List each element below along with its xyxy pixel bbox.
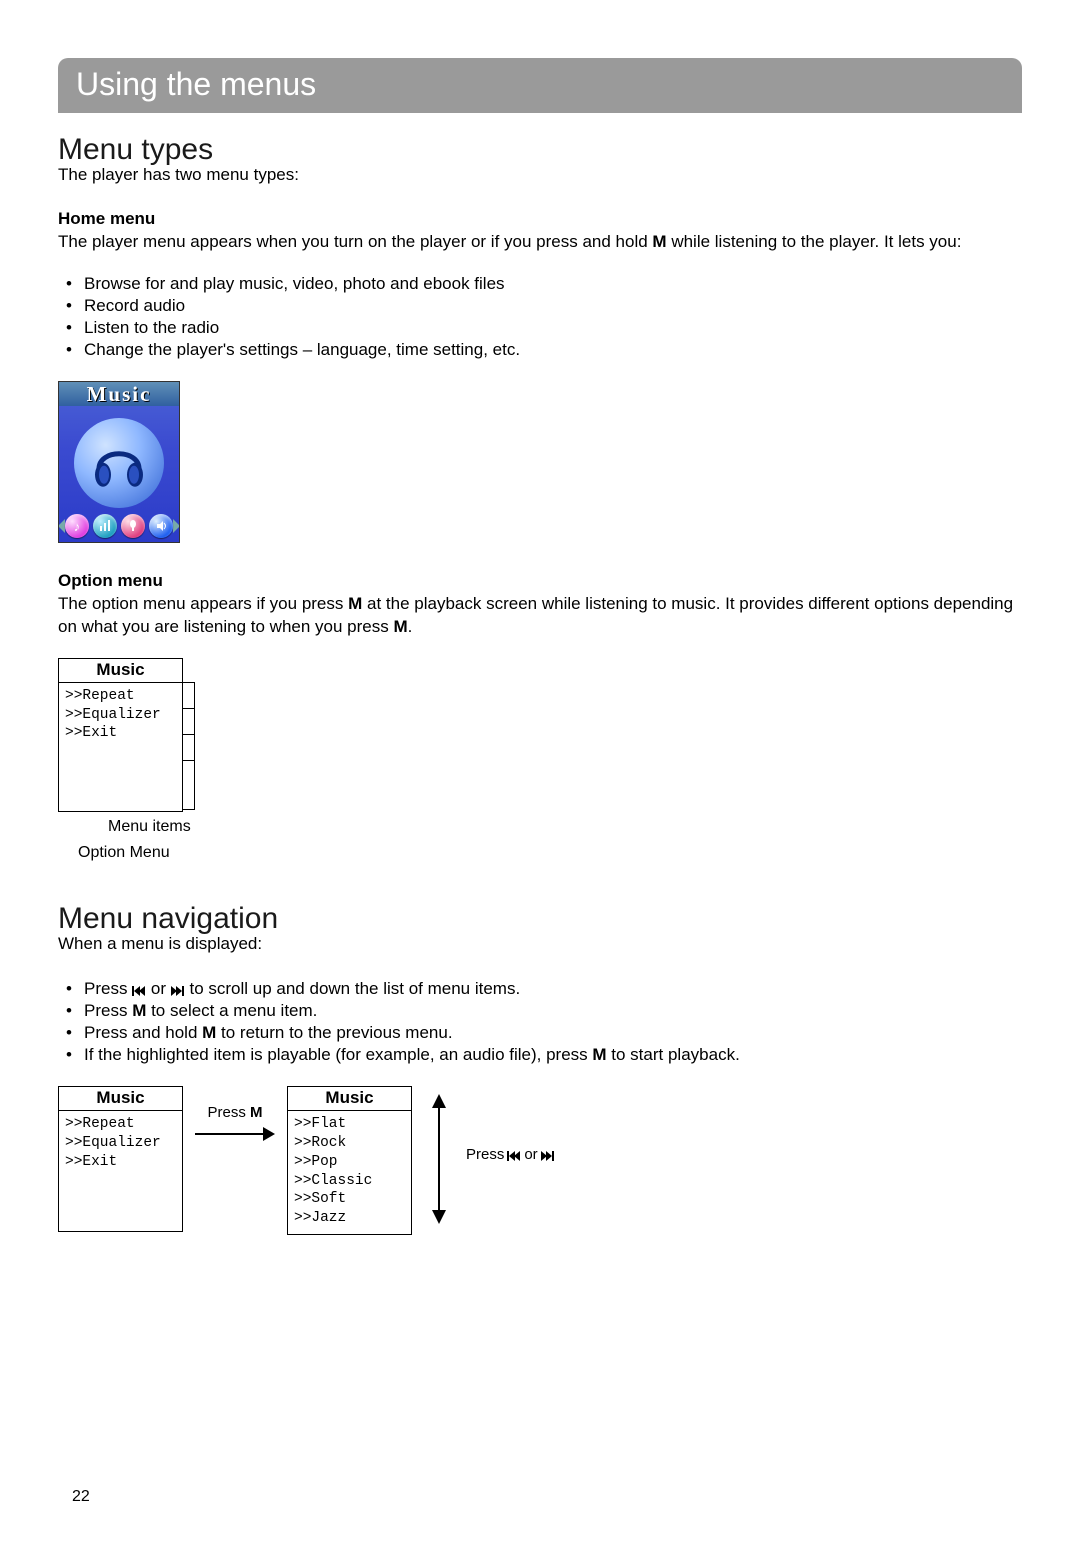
menu-box-title: Music xyxy=(59,1087,182,1111)
nav-menu-left: Music >>Repeat >>Equalizer >>Exit xyxy=(58,1086,183,1232)
menu-item: >>Pop xyxy=(294,1153,407,1172)
menu-box-title: Music xyxy=(288,1087,411,1111)
bullet-item: Press or to scroll up and down the list … xyxy=(62,978,1022,1000)
home-menu-text: The player menu appears when you turn on… xyxy=(58,231,1022,253)
nav-diagram: Music >>Repeat >>Equalizer >>Exit Press … xyxy=(58,1086,1022,1235)
intro-text: The player has two menu types: xyxy=(58,165,1022,185)
intro-text: When a menu is displayed: xyxy=(58,934,1022,954)
skip-forward-icon xyxy=(541,1146,555,1163)
option-menu-box: Music >>Repeat >>Equalizer >>Exit xyxy=(58,658,183,812)
headphones-icon xyxy=(87,430,151,494)
menu-box-title: Music xyxy=(59,659,182,683)
bullet-item: Browse for and play music, video, photo … xyxy=(62,273,1022,295)
bullet-item: Press M to select a menu item. xyxy=(62,1000,1022,1022)
text-fragment: The player menu appears when you turn on… xyxy=(58,232,652,251)
menu-item: >>Repeat xyxy=(65,687,178,706)
option-menu-label: Option menu xyxy=(58,571,1022,591)
m-key: M xyxy=(652,232,666,251)
bars-icon xyxy=(93,514,117,538)
menu-item: >>Exit xyxy=(65,724,178,743)
skip-back-icon xyxy=(507,1146,521,1163)
text-fragment: Press xyxy=(207,1104,250,1121)
text-fragment: Press xyxy=(84,979,132,998)
home-menu-label: Home menu xyxy=(58,209,1022,229)
menu-item: >>Equalizer xyxy=(65,706,178,725)
heading-menu-types: Menu types xyxy=(58,133,1022,167)
text-fragment: while listening to the player. It lets y… xyxy=(667,232,962,251)
m-key: M xyxy=(202,1023,216,1042)
bullet-item: If the highlighted item is playable (for… xyxy=(62,1044,1022,1066)
press-m-label: Press M xyxy=(207,1104,262,1121)
menu-item: >>Repeat xyxy=(65,1115,178,1134)
music-icon-title: Music xyxy=(59,382,179,406)
caption-menu-items: Menu items xyxy=(108,818,1022,836)
skip-back-icon xyxy=(132,979,146,998)
text-fragment: Press xyxy=(466,1146,504,1163)
text-fragment: The option menu appears if you press xyxy=(58,594,348,613)
option-menu-text: The option menu appears if you press M a… xyxy=(58,593,1022,637)
music-home-icon: Music ♪ xyxy=(58,381,180,543)
speaker-icon xyxy=(149,514,173,538)
text-fragment: Press xyxy=(84,1001,132,1020)
bullet-item: Listen to the radio xyxy=(62,317,1022,339)
page-number: 22 xyxy=(72,1488,90,1506)
bracket-ticks xyxy=(183,682,195,810)
m-key: M xyxy=(132,1001,146,1020)
mic-icon xyxy=(121,514,145,538)
note-icon: ♪ xyxy=(65,514,89,538)
text-fragment: or xyxy=(146,979,171,998)
heading-menu-navigation: Menu navigation xyxy=(58,902,1022,936)
text-fragment: . xyxy=(408,617,413,636)
section-banner: Using the menus xyxy=(58,58,1022,113)
menu-item: >>Soft xyxy=(294,1190,407,1209)
press-skip-label: Press or xyxy=(448,1086,555,1163)
menu-item: >>Rock xyxy=(294,1134,407,1153)
menu-item: >>Jazz xyxy=(294,1209,407,1228)
m-key: M xyxy=(592,1045,606,1064)
skip-forward-icon xyxy=(171,979,185,998)
menu-item: >>Classic xyxy=(294,1172,407,1191)
text-fragment: to start playback. xyxy=(607,1045,740,1064)
menu-item: >>Equalizer xyxy=(65,1134,178,1153)
menu-item: >>Exit xyxy=(65,1153,178,1172)
text-fragment: to select a menu item. xyxy=(146,1001,317,1020)
bullet-item: Record audio xyxy=(62,295,1022,317)
m-key: M xyxy=(393,617,407,636)
text-fragment: to scroll up and down the list of menu i… xyxy=(185,979,520,998)
text-fragment: or xyxy=(524,1146,537,1163)
m-key: M xyxy=(348,594,362,613)
nav-menu-right: Music >>Flat >>Rock >>Pop >>Classic >>So… xyxy=(287,1086,412,1235)
nav-bullets: Press or to scroll up and down the list … xyxy=(62,978,1022,1066)
double-arrow-vertical-icon xyxy=(430,1094,448,1224)
home-bullets: Browse for and play music, video, photo … xyxy=(62,273,1022,361)
text-fragment: If the highlighted item is playable (for… xyxy=(84,1045,592,1064)
m-key: M xyxy=(250,1104,263,1121)
bullet-item: Press and hold M to return to the previo… xyxy=(62,1022,1022,1044)
text-fragment: to return to the previous menu. xyxy=(216,1023,452,1042)
text-fragment: Press and hold xyxy=(84,1023,202,1042)
arrow-right-icon xyxy=(195,1125,275,1143)
caption-option-menu: Option Menu xyxy=(78,844,1022,862)
bullet-item: Change the player's settings – language,… xyxy=(62,339,1022,361)
menu-item: >>Flat xyxy=(294,1115,407,1134)
